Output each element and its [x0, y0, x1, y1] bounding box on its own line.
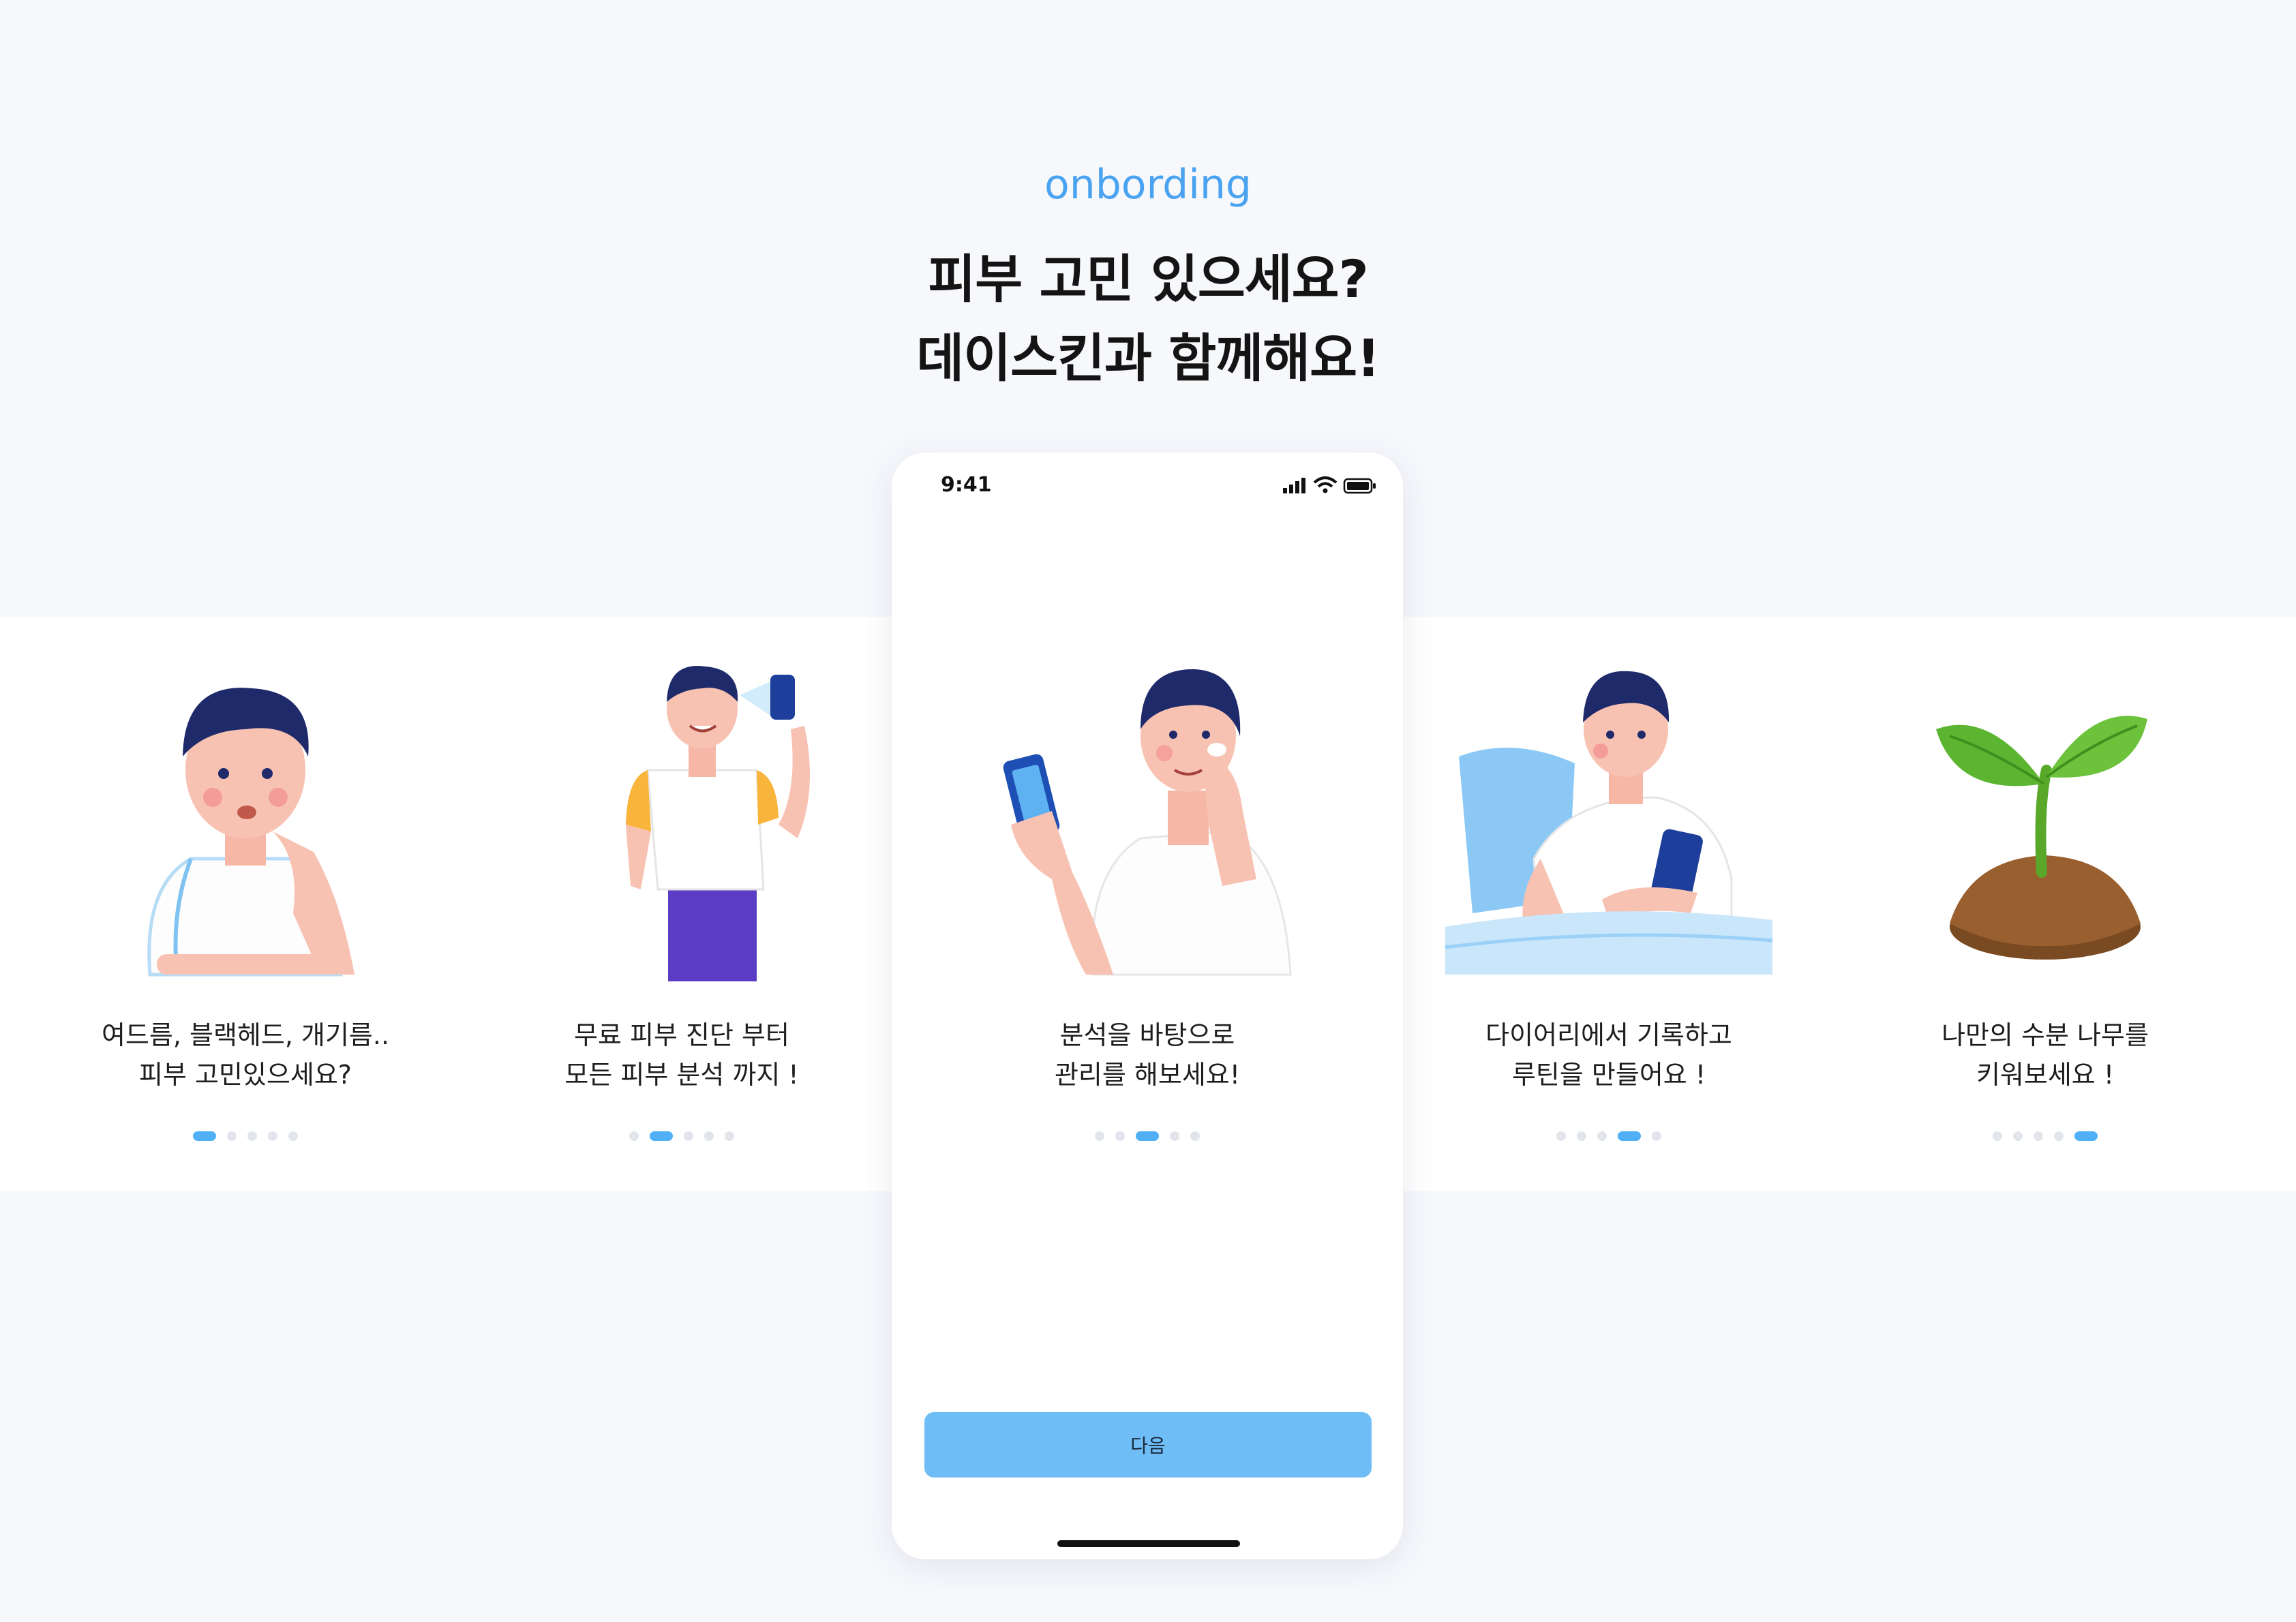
page-dot[interactable]	[227, 1131, 237, 1141]
worried-man-illustration	[147, 688, 354, 977]
page-dot[interactable]	[1993, 1131, 2002, 1141]
page-dot[interactable]	[1190, 1131, 1200, 1141]
slide-caption: 다이어리에서 기록하고 루틴을 만들어요 !	[1391, 1015, 1827, 1095]
caption-line-2: 모든 피부 분석 까지 !	[564, 1060, 799, 1090]
page-dot[interactable]	[1556, 1131, 1566, 1141]
page-dot[interactable]	[247, 1131, 257, 1141]
signal-icon	[1283, 478, 1305, 493]
caption-line-2: 키워보세요 !	[1976, 1060, 2115, 1090]
page-dot[interactable]	[1618, 1131, 1641, 1141]
eyebrow-label: onbording	[1044, 161, 1252, 209]
caption-line-1: 여드름, 블랙헤드, 개기름..	[101, 1020, 390, 1050]
page-dot[interactable]	[1095, 1131, 1104, 1141]
pagination-dots	[464, 1131, 900, 1141]
page-dot[interactable]	[193, 1131, 216, 1141]
page-dot[interactable]	[684, 1131, 693, 1141]
phone-mockup: 9:41 분석을 바탕으로 관리를 해보세요! 다음	[892, 453, 1403, 1559]
onboarding-slide-2: 무료 피부 진단 부터 모든 피부 분석 까지 !	[464, 654, 900, 1172]
caption-line-2: 피부 고민있으세요?	[139, 1060, 352, 1090]
page-dot[interactable]	[650, 1131, 673, 1141]
page-dot[interactable]	[629, 1131, 639, 1141]
pagination-dots	[1391, 1131, 1827, 1141]
slide-caption: 여드름, 블랙헤드, 개기름.. 피부 고민있으세요?	[27, 1015, 464, 1095]
pagination-dots	[1827, 1131, 2263, 1141]
caption-line-1: 다이어리에서 기록하고	[1485, 1020, 1732, 1050]
bed-man-illustration	[1445, 671, 1773, 975]
page-dot[interactable]	[1577, 1131, 1586, 1141]
caption-line-1: 무료 피부 진단 부터	[574, 1020, 789, 1050]
page-dot[interactable]	[1652, 1131, 1661, 1141]
slide-caption: 무료 피부 진단 부터 모든 피부 분석 까지 !	[464, 1015, 900, 1095]
selfie-man-illustration	[626, 666, 810, 981]
headline-line-2: 데이스킨과 함께해요!	[916, 328, 1380, 388]
onboarding-slide-1: 여드름, 블랙헤드, 개기름.. 피부 고민있으세요?	[27, 654, 464, 1172]
headline-line-1: 피부 고민 있으세요?	[928, 249, 1368, 309]
slide-caption: 분석을 바탕으로 관리를 해보세요!	[929, 1015, 1365, 1095]
page-dot[interactable]	[725, 1131, 734, 1141]
page-dot[interactable]	[1597, 1131, 1607, 1141]
page-dot[interactable]	[2074, 1131, 2098, 1141]
page-dot[interactable]	[2034, 1131, 2043, 1141]
page-dot[interactable]	[1115, 1131, 1125, 1141]
onboarding-slide-3: 분석을 바탕으로 관리를 해보세요!	[929, 654, 1365, 1172]
page-dot[interactable]	[288, 1131, 298, 1141]
onboarding-slide-5: 나만의 수분 나무를 키워보세요 !	[1827, 654, 2263, 1172]
page-headline: 피부 고민 있으세요? 데이스킨과 함께해요!	[0, 240, 2296, 398]
caption-line-1: 분석을 바탕으로	[1059, 1020, 1235, 1050]
page-dot[interactable]	[1170, 1131, 1179, 1141]
page-dot[interactable]	[1136, 1131, 1159, 1141]
sprout-illustration	[1936, 716, 2147, 960]
caption-line-2: 루틴을 만들어요 !	[1511, 1060, 1706, 1090]
battery-icon	[1343, 478, 1376, 494]
next-button[interactable]: 다음	[924, 1412, 1372, 1478]
home-indicator[interactable]	[1057, 1540, 1240, 1547]
status-bar-icons	[1283, 476, 1376, 494]
caption-line-1: 나만의 수분 나무를	[1942, 1020, 2149, 1050]
slide-caption: 나만의 수분 나무를 키워보세요 !	[1827, 1015, 2263, 1095]
status-time: 9:41	[941, 473, 992, 497]
pagination-dots	[929, 1131, 1365, 1141]
wifi-icon	[1313, 476, 1338, 493]
onboarding-slide-4: 다이어리에서 기록하고 루틴을 만들어요 !	[1391, 654, 1827, 1172]
page-dot[interactable]	[268, 1131, 277, 1141]
skincare-man-illustration	[1003, 669, 1292, 976]
page-dot[interactable]	[704, 1131, 714, 1141]
page-dot[interactable]	[2054, 1131, 2064, 1141]
pagination-dots	[27, 1131, 464, 1141]
page-dot[interactable]	[2013, 1131, 2023, 1141]
caption-line-2: 관리를 해보세요!	[1054, 1060, 1241, 1090]
